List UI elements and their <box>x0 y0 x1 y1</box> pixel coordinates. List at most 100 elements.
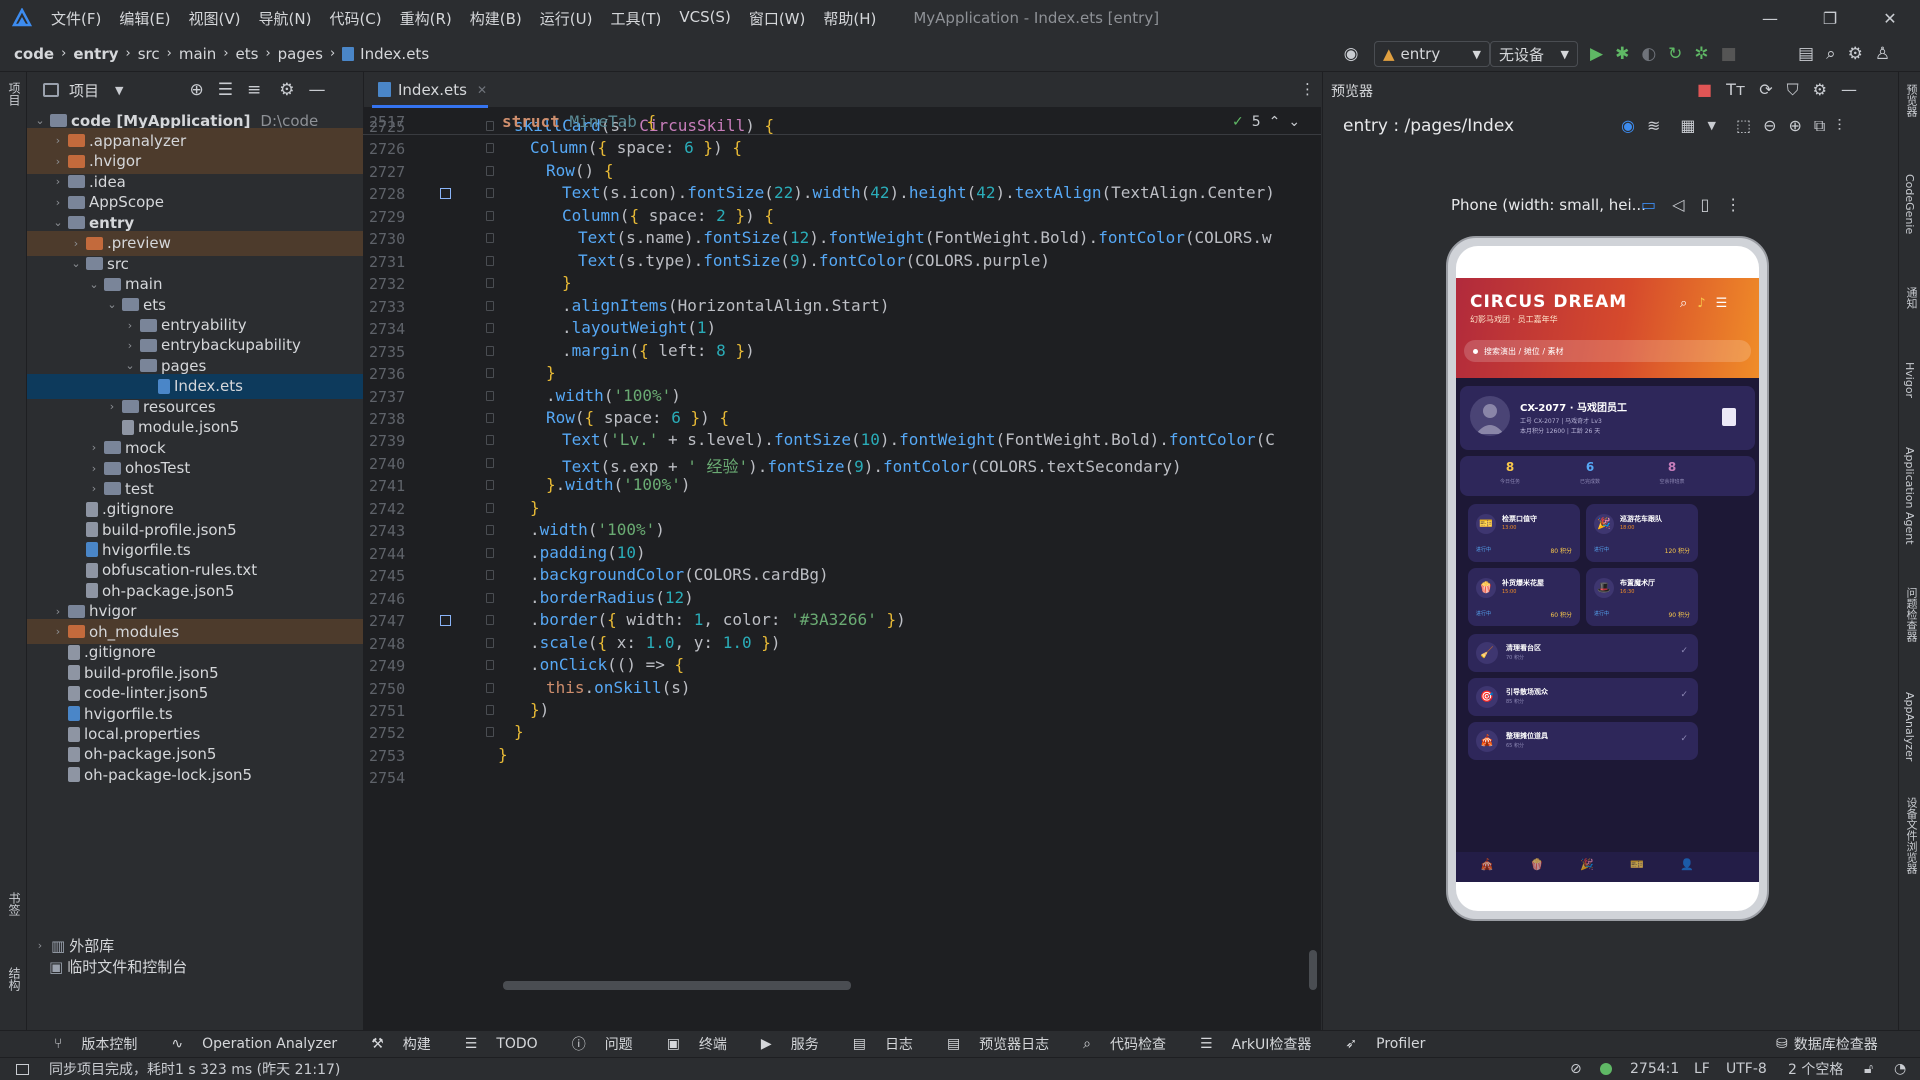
menu-item[interactable]: 导航(N) <box>250 8 321 29</box>
power-save-icon[interactable]: ⊘ <box>1570 1061 1582 1077</box>
gear-icon[interactable]: ⚙ <box>1813 80 1827 100</box>
fold-marker-icon[interactable] <box>486 300 494 311</box>
rotate-icon[interactable]: ▯ <box>1700 195 1709 214</box>
close-window-button[interactable]: ✕ <box>1860 0 1920 36</box>
project-tool-button[interactable]: 项目 <box>6 82 23 106</box>
indent-setting[interactable]: 2 个空格 <box>1788 1059 1843 1079</box>
fold-marker-icon[interactable] <box>486 592 494 603</box>
code-editor[interactable]: skillCard(s: CircusSkill) {Column({ spac… <box>498 108 1321 1030</box>
fold-marker-icon[interactable] <box>486 255 494 266</box>
app-nav-item-icon[interactable]: 👤 <box>1676 858 1698 871</box>
attach-debugger-icon[interactable]: ✲ <box>1694 44 1708 64</box>
breadcrumb-item[interactable]: Index.ets <box>360 45 429 63</box>
bookmarks-tool-button[interactable]: 书签 <box>6 892 23 916</box>
menu-item[interactable]: 构建(B) <box>461 8 531 29</box>
line-separator[interactable]: LF <box>1694 1061 1710 1077</box>
fold-marker-icon[interactable] <box>486 188 494 199</box>
fold-marker-icon[interactable] <box>486 278 494 289</box>
right-tool-button[interactable]: 设备文件浏览器 <box>1903 797 1919 874</box>
menu-item[interactable]: 文件(F) <box>42 8 110 29</box>
bottom-tool-button[interactable]: ∿ Operation Analyzer <box>157 1036 337 1052</box>
file-encoding[interactable]: UTF-8 <box>1726 1061 1767 1077</box>
right-tool-button[interactable]: 通知 <box>1903 287 1919 309</box>
fold-marker-icon[interactable] <box>486 525 494 536</box>
fit-icon[interactable]: ⬚ <box>1736 116 1751 136</box>
profile-card[interactable]: CX-2077 · 马戏团员工 工号 CX-2077 | 马戏奇才 Lv3 本月… <box>1460 386 1755 450</box>
color-marker-icon[interactable] <box>440 188 451 200</box>
gear-icon[interactable]: ⚙ <box>279 80 294 100</box>
menu-item[interactable]: 编辑(E) <box>110 8 179 29</box>
app-nav-item-icon[interactable]: 🍿 <box>1526 858 1548 871</box>
chevron-down-icon[interactable]: ⌄ <box>1288 114 1300 130</box>
bottom-tool-button[interactable]: ⑂ 版本控制 <box>40 1034 137 1054</box>
search-icon[interactable]: ⌕ <box>1680 296 1687 311</box>
caret-position[interactable]: 2754:1 <box>1630 1061 1679 1077</box>
hide-panel-icon[interactable]: — <box>1841 80 1857 100</box>
debug-icon[interactable]: ✱ <box>1615 44 1629 64</box>
breadcrumb-item[interactable]: pages <box>278 45 323 63</box>
zoom-in-icon[interactable]: ⊕ <box>1789 116 1802 136</box>
check-icon[interactable]: ✓ <box>1680 734 1688 744</box>
zoom-out-icon[interactable]: ⊖ <box>1763 116 1776 136</box>
right-tool-button[interactable]: CodeGenie <box>1903 174 1916 234</box>
menu-item[interactable]: 帮助(H) <box>814 8 885 29</box>
collapse-all-icon[interactable]: ≡ <box>247 80 261 100</box>
locate-icon[interactable]: ⊕ <box>189 80 203 100</box>
tab-index-ets[interactable]: Index.ets ✕ <box>372 74 488 108</box>
inspection-widget[interactable]: ✓ 5 ⌃ ⌄ <box>1232 114 1300 130</box>
fold-marker-icon[interactable] <box>486 412 494 423</box>
right-tool-button[interactable]: AppAnalyzer <box>1903 692 1916 761</box>
bottom-tool-button[interactable]: ▶ 服务 <box>747 1034 819 1054</box>
check-icon[interactable]: ✓ <box>1680 690 1688 700</box>
fold-marker-icon[interactable] <box>486 660 494 671</box>
menu-icon[interactable]: ☰ <box>1716 296 1728 311</box>
task-card[interactable]: 🎫 检票口值守 13:00 进行中 80 积分 <box>1468 504 1580 562</box>
filter-icon[interactable]: ⛉ <box>1787 80 1799 100</box>
ruler-icon[interactable]: ⫶ <box>1837 116 1841 136</box>
expand-all-icon[interactable]: ☰ <box>218 80 233 100</box>
grid-icon[interactable]: ▦ <box>1680 116 1695 136</box>
right-tool-button[interactable]: Application Agent <box>1903 447 1916 545</box>
fold-marker-icon[interactable] <box>486 480 494 491</box>
chevron-down-icon[interactable]: ▼ <box>115 84 123 97</box>
fold-marker-icon[interactable] <box>486 143 494 154</box>
gear-icon[interactable]: ⚙ <box>1848 44 1863 64</box>
eye-icon[interactable]: ◉ <box>1621 116 1635 136</box>
breadcrumb-item[interactable]: src <box>138 45 160 63</box>
screenshot-icon[interactable]: ⧉ <box>1814 116 1825 136</box>
fold-marker-icon[interactable] <box>486 682 494 693</box>
more-icon[interactable]: ⋮ <box>1725 195 1741 214</box>
horizontal-scrollbar[interactable] <box>503 981 851 990</box>
menu-item[interactable]: 工具(T) <box>601 8 670 29</box>
fold-marker-icon[interactable] <box>486 390 494 401</box>
bottom-tool-button[interactable]: ☰ TODO <box>451 1036 538 1052</box>
refresh-icon[interactable]: ⟳ <box>1759 80 1772 100</box>
fold-marker-icon[interactable] <box>486 233 494 244</box>
stop-icon[interactable]: ■ <box>1721 44 1737 64</box>
breadcrumb-item[interactable]: ets <box>236 45 259 63</box>
task-row[interactable]: 🧹 清理看台区 70 积分 ✓ <box>1468 634 1698 672</box>
check-icon[interactable]: ✓ <box>1680 646 1688 656</box>
fold-marker-icon[interactable] <box>486 502 494 513</box>
badge-icon[interactable] <box>1722 408 1736 426</box>
task-card[interactable]: 🎩 布置魔术厅 16:30 进行中 90 积分 <box>1586 568 1698 626</box>
profile-icon[interactable]: ◐ <box>1641 44 1656 64</box>
project-panel-title[interactable]: 项目 <box>69 80 99 101</box>
fold-marker-icon[interactable] <box>486 570 494 581</box>
bottom-tool-button[interactable]: ⚒ 构建 <box>357 1034 431 1054</box>
chevron-down-icon[interactable]: ▼ <box>1708 116 1716 136</box>
breadcrumb-item[interactable]: entry <box>73 45 118 63</box>
right-tool-button[interactable]: 问题检查器 <box>1903 587 1919 642</box>
right-tool-button[interactable]: 预览器 <box>1903 84 1919 117</box>
menu-item[interactable]: 窗口(W) <box>740 8 815 29</box>
menu-item[interactable]: 运行(U) <box>531 8 602 29</box>
run-config-selector[interactable]: ▲ entry ▼ <box>1374 41 1490 67</box>
task-card[interactable]: 🎉 巡游花车跟队 18:00 进行中 120 积分 <box>1586 504 1698 562</box>
task-card[interactable]: 🍿 补货爆米花屋 15:00 进行中 60 积分 <box>1468 568 1580 626</box>
minimize-button[interactable]: — <box>1740 0 1800 36</box>
app-nav-item-icon[interactable]: 🎉 <box>1576 858 1598 871</box>
bottom-tool-button[interactable]: ⓘ 问题 <box>558 1034 633 1054</box>
run-icon[interactable]: ▶ <box>1590 44 1603 64</box>
right-tool-button[interactable]: Hvigor <box>1903 362 1916 398</box>
bottom-tool-button[interactable]: ⌕ 代码检查 <box>1069 1034 1166 1054</box>
